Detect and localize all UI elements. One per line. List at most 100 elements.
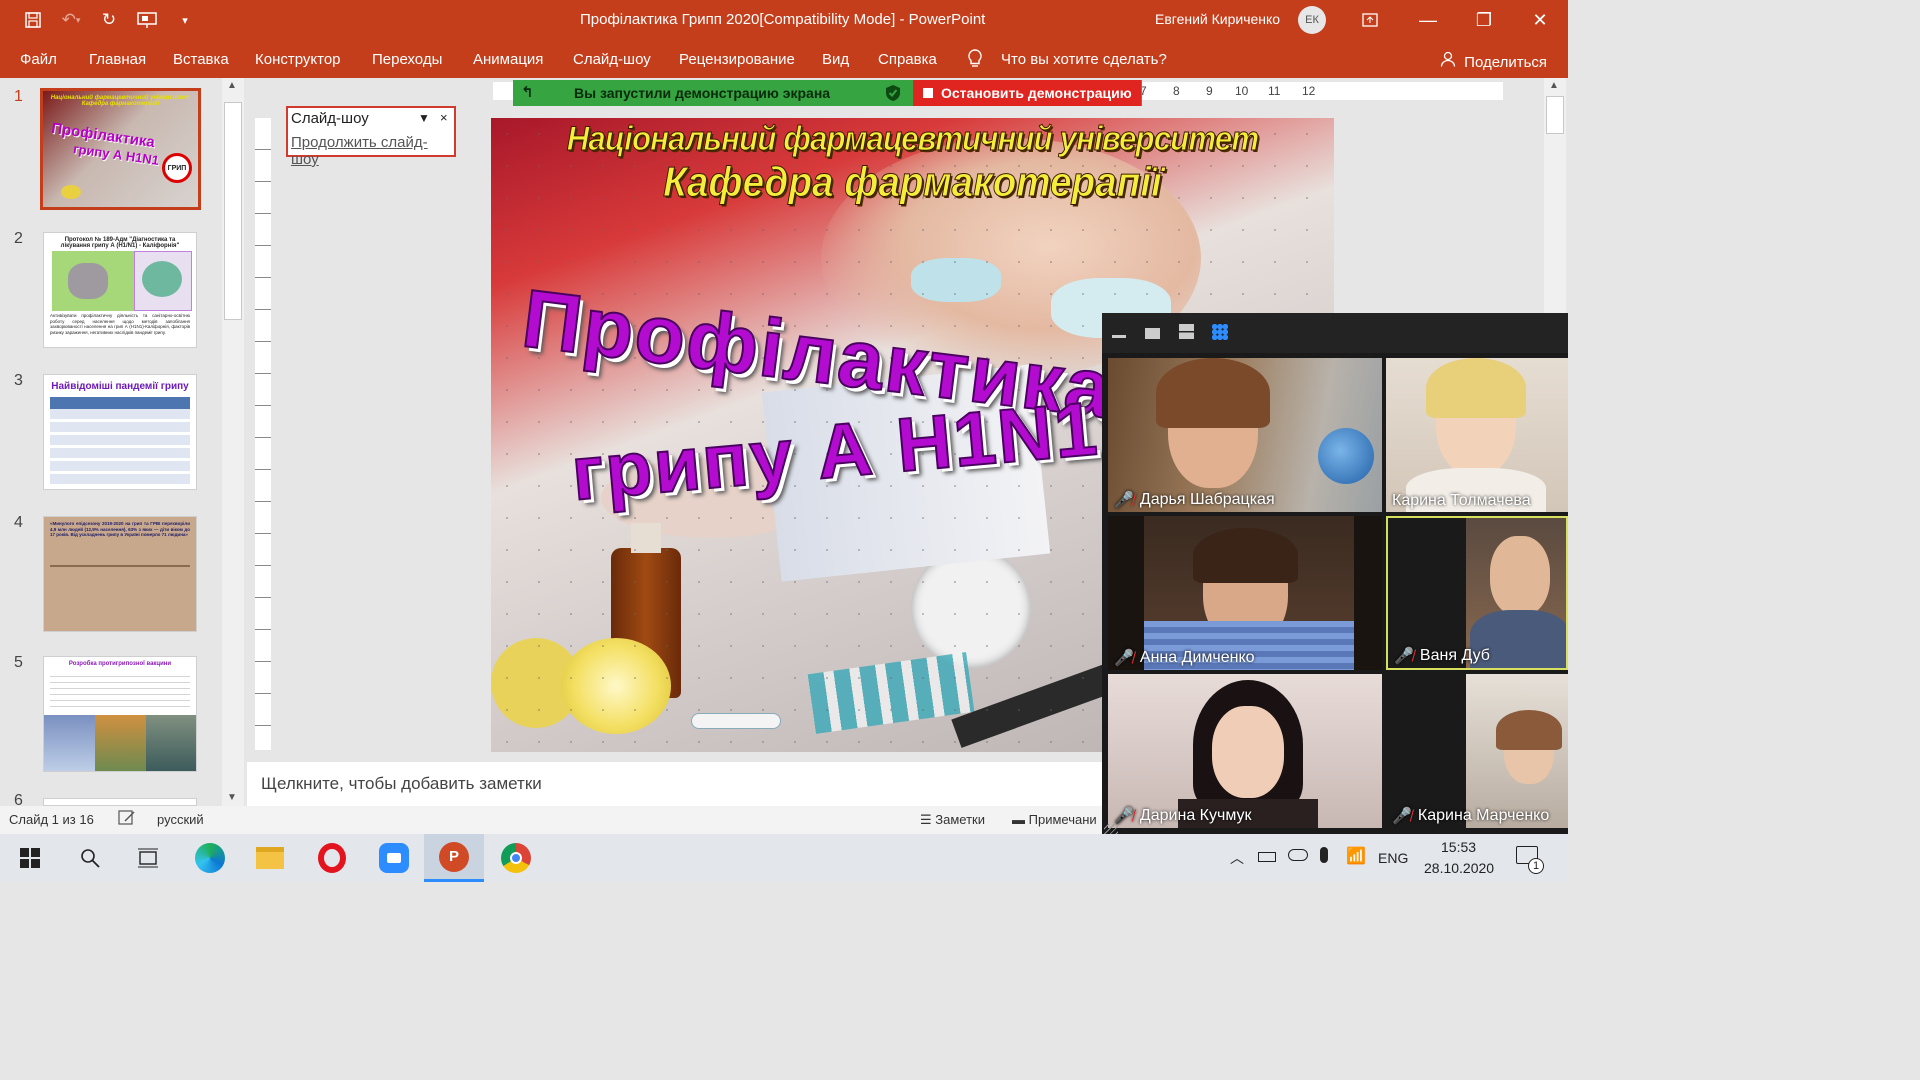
avatar[interactable]: ЕК <box>1298 6 1326 34</box>
thumbnail-scrollbar[interactable]: ▲ ▼ <box>222 78 244 806</box>
participant-tile[interactable]: Карина Толмачева <box>1386 358 1568 512</box>
microphone-icon[interactable] <box>1320 847 1328 863</box>
windows-taskbar: P ︿ 📶 ENG 15:53 28.10.2020 1 <box>0 834 1568 882</box>
notes-button[interactable]: ☰ Заметки <box>920 812 985 828</box>
tab-review[interactable]: Рецензирование <box>679 51 795 68</box>
clock-date[interactable]: 28.10.2020 <box>1424 860 1494 876</box>
tell-me-input[interactable]: Что вы хотите сделать? <box>1001 51 1167 68</box>
thumbnail-scrollbar-thumb[interactable] <box>224 102 242 320</box>
scroll-down-icon[interactable]: ▼ <box>227 792 237 803</box>
minimize-icon[interactable]: — <box>1400 0 1456 40</box>
slide3-title: Найвідоміші пандемії грипу <box>51 381 189 392</box>
thumbnail-slide-1[interactable]: Національний фармацевтичний університет К… <box>40 88 201 210</box>
notes-pane[interactable]: Щелкните, чтобы добавить заметки <box>247 762 1103 806</box>
onedrive-cloud-icon[interactable] <box>1288 849 1308 861</box>
participant-tile[interactable]: 🎤̸ Карина Марченко <box>1386 674 1568 828</box>
stop-square-icon <box>923 88 933 98</box>
slide-scrollbar-thumb[interactable] <box>1546 96 1564 134</box>
language-indicator[interactable]: русский <box>157 812 204 827</box>
close-icon[interactable]: ✕ <box>1512 0 1568 40</box>
slide2-title: Протокол № 189-Адм "Діагностика та лікув… <box>60 237 180 249</box>
tab-design[interactable]: Конструктор <box>255 51 341 68</box>
participant-name: 🎤̸ Карина Марченко <box>1392 806 1549 826</box>
thumbnail-slide-3[interactable]: Найвідоміші пандемії грипу <box>43 374 197 490</box>
wifi-icon[interactable]: 📶 <box>1346 846 1366 866</box>
resume-slideshow-link[interactable]: Продолжить слайд-шоу <box>291 134 454 168</box>
window-title: Профілактика Грипп 2020[Compatibility Mo… <box>580 11 986 28</box>
tab-insert[interactable]: Вставка <box>173 51 229 68</box>
gallery-view-icon[interactable] <box>1212 324 1228 340</box>
tab-file[interactable]: Файл <box>20 51 57 68</box>
opera-browser-icon[interactable] <box>302 834 362 882</box>
slide-number-1: 1 <box>14 88 23 105</box>
participant-name-text: Карина Марченко <box>1417 807 1550 824</box>
vertical-ruler <box>255 118 271 750</box>
spelling-check-icon[interactable] <box>118 810 136 829</box>
input-language[interactable]: ENG <box>1378 850 1408 866</box>
thumbnail-slide-6[interactable] <box>43 798 197 806</box>
zoom-app-icon[interactable] <box>364 834 424 882</box>
thumbnail-slide-5[interactable]: Розробка протигрипозної вакцини <box>43 656 197 772</box>
comments-button[interactable]: ▬ Примечани <box>1012 812 1097 827</box>
scroll-up-icon[interactable]: ▲ <box>1549 80 1559 91</box>
person-icon <box>1440 51 1460 71</box>
scroll-up-icon[interactable]: ▲ <box>227 80 237 91</box>
ruler-tick: 9 <box>1206 84 1213 98</box>
thumbnail-slide-4[interactable]: «Минулого епідсезону 2019-2020 на грип т… <box>43 516 197 632</box>
file-explorer-icon[interactable] <box>240 834 300 882</box>
save-icon[interactable] <box>14 0 52 40</box>
ruler-tick: 10 <box>1235 84 1249 98</box>
powerpoint-app-icon[interactable]: P <box>424 834 484 882</box>
clock-time[interactable]: 15:53 <box>1441 839 1476 855</box>
notification-count-badge: 1 <box>1528 858 1544 874</box>
active-speaker-view-icon[interactable] <box>1179 324 1194 339</box>
slideshow-title: Слайд-шоу <box>291 110 369 127</box>
comment-icon: ▬ <box>1012 812 1025 827</box>
tab-help[interactable]: Справка <box>878 51 937 68</box>
slide2-text: Активізувати профілактичну діяльність та… <box>50 313 190 335</box>
slideshow-notification: Слайд-шоу ▼ × Продолжить слайд-шоу <box>286 106 456 168</box>
customize-qat-icon[interactable]: ▾ <box>166 0 204 40</box>
lightbulb-icon[interactable] <box>967 49 983 74</box>
chrome-browser-icon[interactable] <box>486 834 546 882</box>
single-speaker-view-icon[interactable] <box>1145 328 1160 339</box>
share-button[interactable]: Поделиться <box>1440 51 1547 71</box>
tab-home[interactable]: Главная <box>89 51 146 68</box>
dropdown-arrow-icon[interactable]: ▼ <box>418 111 430 125</box>
battery-icon[interactable] <box>1258 852 1276 862</box>
participant-name-text: Анна Димченко <box>1139 649 1255 666</box>
show-hidden-icons-chevron-icon[interactable]: ︿ <box>1230 848 1244 868</box>
thumbnail-slide-2[interactable]: Протокол № 189-Адм "Діагностика та лікув… <box>43 232 197 348</box>
slide-university-name: Національний фармацевтичний університет <box>566 120 1259 159</box>
participant-tile[interactable]: 🎤̸ Дарья Шабрацкая <box>1108 358 1382 512</box>
tab-view[interactable]: Вид <box>822 51 849 68</box>
edge-browser-icon[interactable] <box>180 834 240 882</box>
participant-tile[interactable]: 🎤̸ Дарина Кучмук <box>1108 674 1382 828</box>
notes-placeholder: Щелкните, чтобы добавить заметки <box>261 774 542 793</box>
stop-share-button[interactable]: Остановить демонстрацию <box>913 80 1141 106</box>
tab-transitions[interactable]: Переходы <box>372 51 442 68</box>
windows-start-icon[interactable] <box>0 834 60 882</box>
ruler-tick: 8 <box>1173 84 1180 98</box>
close-icon[interactable]: × <box>440 110 448 125</box>
task-view-icon[interactable] <box>118 834 178 882</box>
comments-label: Примечани <box>1028 812 1097 827</box>
share-label: Поделиться <box>1464 54 1548 71</box>
ribbon-tabs: Файл Главная Вставка Конструктор Переход… <box>0 40 1568 78</box>
minimize-video-icon[interactable] <box>1112 335 1126 338</box>
participant-tile[interactable]: 🎤̸ Ваня Дуб <box>1386 516 1568 670</box>
tab-animations[interactable]: Анимация <box>473 51 543 68</box>
title-bar: ↶ ▾ ↻ ▾ Профілактика Грипп 2020[Compatib… <box>0 0 1568 40</box>
ribbon-display-options-icon[interactable] <box>1342 0 1398 40</box>
tab-slideshow[interactable]: Слайд-шоу <box>573 51 651 68</box>
participant-tile[interactable]: 🎤̸ Анна Димченко <box>1108 516 1382 670</box>
undo-icon[interactable]: ↶ ▾ <box>52 0 90 40</box>
start-slideshow-icon[interactable] <box>128 0 166 40</box>
participant-name: 🎤̸ Ваня Дуб <box>1394 646 1490 666</box>
restore-icon[interactable]: ❐ <box>1456 0 1512 40</box>
muted-mic-icon: 🎤̸ <box>1392 808 1412 825</box>
muted-mic-icon: 🎤̸ <box>1114 808 1134 825</box>
user-name[interactable]: Евгений Кириченко <box>1155 11 1280 27</box>
search-icon[interactable] <box>60 834 120 882</box>
repeat-icon[interactable]: ↻ <box>90 0 128 40</box>
